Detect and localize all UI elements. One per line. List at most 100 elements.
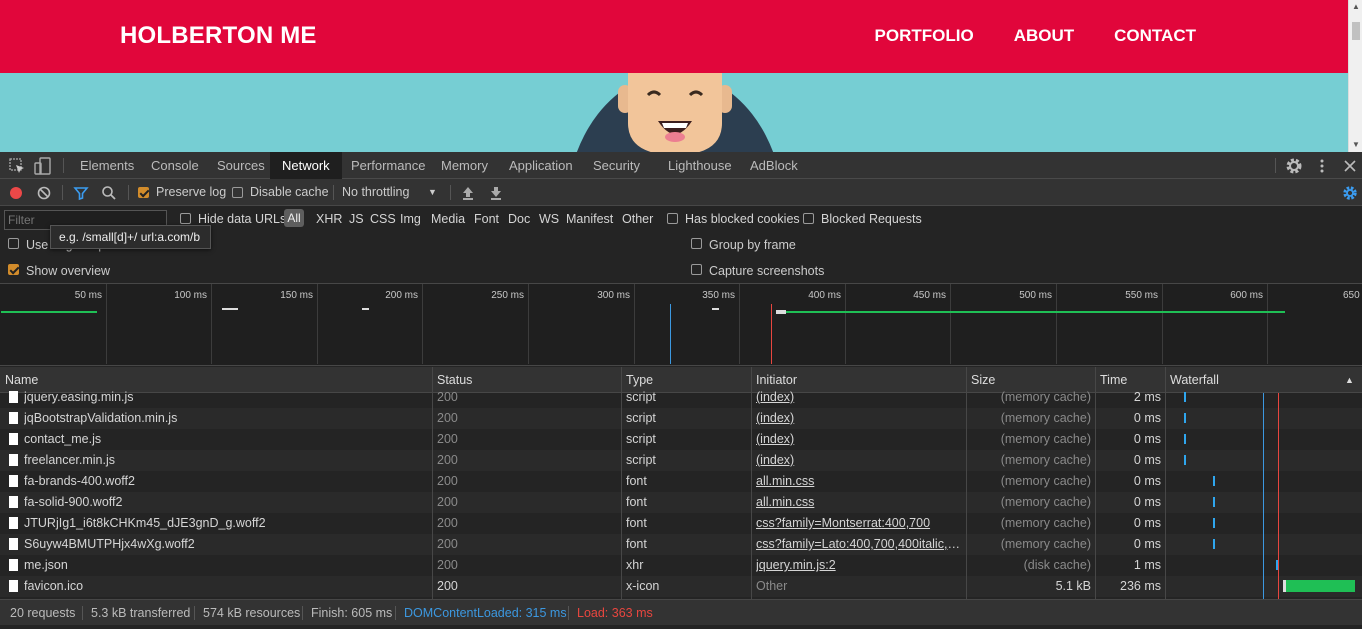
disable-cache-checkbox[interactable] <box>232 187 243 198</box>
tab-adblock[interactable]: AdBlock <box>750 152 798 179</box>
record-icon[interactable] <box>9 186 23 200</box>
export-har-icon[interactable] <box>489 185 503 201</box>
page-scrollbar[interactable]: ▲ ▼ <box>1348 0 1362 152</box>
request-name[interactable]: JTURjIg1_i6t8kCHKm45_dJE3gnD_g.woff2 <box>24 513 429 534</box>
column-divider[interactable] <box>1165 367 1166 599</box>
request-name[interactable]: me.json <box>24 555 429 576</box>
request-size: (memory cache) <box>1000 495 1091 509</box>
filter-css[interactable]: CSS <box>370 206 396 232</box>
has-blocked-cookies-checkbox[interactable] <box>667 213 678 224</box>
hide-data-urls-checkbox[interactable] <box>180 213 191 224</box>
device-toolbar-icon[interactable] <box>34 157 52 175</box>
network-settings-gear-icon[interactable] <box>1342 185 1358 201</box>
column-divider[interactable] <box>621 367 622 599</box>
scroll-up-icon[interactable]: ▲ <box>1352 2 1360 11</box>
scrollbar-thumb[interactable] <box>1352 22 1360 40</box>
nav-contact[interactable]: CONTACT <box>1114 26 1196 46</box>
tab-sources[interactable]: Sources <box>217 152 265 179</box>
table-row[interactable]: fa-solid-900.woff2 200 font all.min.css (mem… <box>0 492 1362 513</box>
site-brand[interactable]: HOLBERTON ME <box>120 22 317 50</box>
overview-tick-label: 600 ms <box>1230 290 1263 301</box>
preserve-log-checkbox[interactable] <box>138 187 149 198</box>
table-row[interactable]: contact_me.js 200 script (index) (memory cac… <box>0 429 1362 450</box>
settings-gear-icon[interactable] <box>1285 157 1303 175</box>
request-name[interactable]: fa-brands-400.woff2 <box>24 471 429 492</box>
request-name[interactable]: jquery.easing.min.js <box>24 387 429 408</box>
blocked-requests-checkbox[interactable] <box>803 213 814 224</box>
site-header: HOLBERTON ME PORTFOLIO ABOUT CONTACT <box>0 0 1348 73</box>
request-initiator[interactable]: (index) <box>756 429 964 450</box>
request-initiator[interactable]: (index) <box>756 408 964 429</box>
table-row[interactable]: me.json 200 xhr jquery.min.js:2 (disk cache)… <box>0 555 1362 576</box>
filter-img[interactable]: Img <box>400 206 421 232</box>
request-initiator[interactable]: css?family=Montserrat:400,700 <box>756 513 964 534</box>
close-devtools-icon[interactable] <box>1341 157 1359 175</box>
filter-all[interactable]: All <box>284 209 304 227</box>
tab-elements[interactable]: Elements <box>80 152 134 179</box>
filter-ws[interactable]: WS <box>539 206 559 232</box>
overview-gridline <box>422 284 423 364</box>
nav-about[interactable]: ABOUT <box>1014 26 1074 46</box>
filter-xhr[interactable]: XHR <box>316 206 342 232</box>
large-rows-checkbox[interactable] <box>8 238 19 249</box>
network-overview[interactable]: 50 ms 100 ms 150 ms 200 ms 250 ms 300 ms 350 m… <box>0 284 1362 366</box>
capture-screenshots-checkbox[interactable] <box>691 264 702 275</box>
filter-js[interactable]: JS <box>349 206 364 232</box>
filter-font[interactable]: Font <box>474 206 499 232</box>
request-initiator[interactable]: all.min.css <box>756 471 964 492</box>
clear-icon[interactable] <box>37 186 51 200</box>
inspect-element-icon[interactable] <box>8 157 26 175</box>
waterfall-bar <box>1184 392 1186 402</box>
file-icon <box>9 454 18 466</box>
more-options-icon[interactable] <box>1313 157 1331 175</box>
import-har-icon[interactable] <box>461 185 475 201</box>
request-initiator[interactable]: css?family=Lato:400,700,400italic,700... <box>756 534 964 555</box>
tab-performance[interactable]: Performance <box>351 152 425 179</box>
table-row[interactable]: jquery.easing.min.js 200 script (index) (mem… <box>0 387 1362 408</box>
table-row[interactable]: fa-brands-400.woff2 200 font all.min.css (me… <box>0 471 1362 492</box>
filter-icon[interactable] <box>73 185 89 201</box>
overview-gridline <box>950 284 951 364</box>
throttling-select[interactable]: No throttling <box>342 179 409 206</box>
request-name[interactable]: freelancer.min.js <box>24 450 429 471</box>
show-overview-checkbox[interactable] <box>8 264 19 275</box>
search-icon[interactable] <box>101 185 117 201</box>
table-row[interactable]: JTURjIg1_i6t8kCHKm45_dJE3gnD_g.woff2 200 f… <box>0 513 1362 534</box>
column-divider[interactable] <box>751 367 752 599</box>
column-divider[interactable] <box>432 367 433 599</box>
request-name[interactable]: S6uyw4BMUTPHjx4wXg.woff2 <box>24 534 429 555</box>
request-type: script <box>626 390 656 404</box>
overview-tick-label: 450 ms <box>913 290 946 301</box>
filter-manifest[interactable]: Manifest <box>566 206 613 232</box>
filter-other[interactable]: Other <box>622 206 653 232</box>
table-row[interactable]: freelancer.min.js 200 script (index) (memory… <box>0 450 1362 471</box>
column-divider[interactable] <box>1095 367 1096 599</box>
nav-portfolio[interactable]: PORTFOLIO <box>875 26 974 46</box>
request-initiator[interactable]: (index) <box>756 387 964 408</box>
tab-security[interactable]: Security <box>593 152 640 179</box>
request-name[interactable]: jqBootstrapValidation.min.js <box>24 408 429 429</box>
filter-media[interactable]: Media <box>431 206 465 232</box>
table-row[interactable]: S6uyw4BMUTPHjx4wXg.woff2 200 font css?famil… <box>0 534 1362 555</box>
table-row[interactable]: favicon.ico 200 x-icon Other 5.1 kB 236 ms <box>0 576 1362 597</box>
request-name[interactable]: contact_me.js <box>24 429 429 450</box>
table-row[interactable]: jqBootstrapValidation.min.js 200 script (in… <box>0 408 1362 429</box>
column-divider[interactable] <box>966 367 967 599</box>
request-initiator[interactable]: all.min.css <box>756 492 964 513</box>
load-time: Load: 363 ms <box>577 606 653 620</box>
scroll-down-icon[interactable]: ▼ <box>1352 140 1360 149</box>
tab-lighthouse[interactable]: Lighthouse <box>668 152 732 179</box>
tab-memory[interactable]: Memory <box>441 152 488 179</box>
tab-network[interactable]: Network <box>270 152 342 179</box>
group-by-frame-checkbox[interactable] <box>691 238 702 249</box>
request-initiator[interactable]: (index) <box>756 450 964 471</box>
request-name[interactable]: fa-solid-900.woff2 <box>24 492 429 513</box>
request-time: 2 ms <box>1133 390 1161 404</box>
request-name[interactable]: favicon.ico <box>24 576 429 597</box>
filter-doc[interactable]: Doc <box>508 206 530 232</box>
tab-console[interactable]: Console <box>151 152 199 179</box>
request-initiator[interactable]: jquery.min.js:2 <box>756 555 964 576</box>
chevron-down-icon[interactable]: ▼ <box>428 179 437 206</box>
tab-application[interactable]: Application <box>509 152 573 179</box>
devtools-tabbar: Elements Console Sources Network Perform… <box>0 152 1362 179</box>
